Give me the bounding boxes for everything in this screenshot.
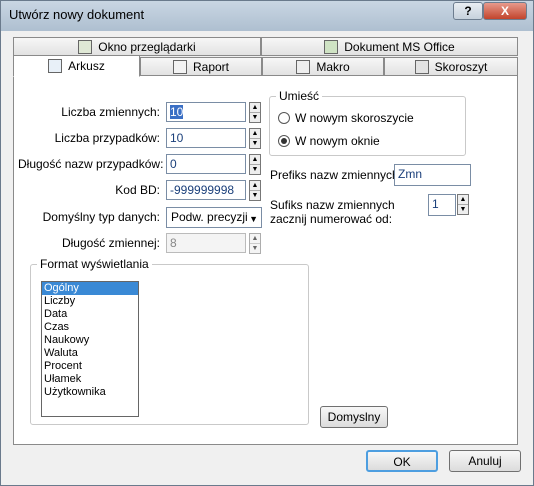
window-title: Utwórz nowy dokument [9, 7, 145, 22]
list-item[interactable]: Waluta [42, 347, 138, 360]
suffix-spinner[interactable]: ▲ ▼ [457, 194, 469, 215]
suffix-input[interactable]: 1 [428, 194, 456, 216]
tab-label: Okno przeglądarki [98, 39, 196, 54]
list-item[interactable]: Użytkownika [42, 386, 138, 399]
md-code-label: Kod BD: [115, 183, 160, 197]
help-button[interactable]: ? [453, 2, 483, 20]
tab-label: Raport [192, 59, 230, 74]
office-document-icon [324, 39, 339, 54]
default-type-select[interactable]: Podw. precyzji ▼ [166, 207, 262, 228]
var-length-input: 8 [166, 233, 246, 253]
tab-macro[interactable]: Makro [262, 57, 384, 76]
list-item[interactable]: Liczby [42, 295, 138, 308]
list-item[interactable]: Data [42, 308, 138, 321]
list-item[interactable]: Naukowy [42, 334, 138, 347]
tab-label: Skoroszyt [434, 59, 488, 74]
tab-worksheet[interactable]: Arkusz [13, 55, 140, 77]
tab-label: Dokument MS Office [344, 39, 455, 54]
var-length-label: Długość zmiennej: [61, 236, 160, 250]
case-name-length-spinner[interactable]: ▲ ▼ [249, 154, 261, 175]
num-cases-label: Liczba przypadków: [54, 131, 160, 145]
tab-workbook[interactable]: Skoroszyt [384, 57, 518, 76]
num-vars-input[interactable]: 10 [166, 102, 246, 122]
md-code-spinner[interactable]: ▲ ▼ [249, 180, 261, 201]
placement-title: Umieść [276, 89, 323, 103]
tab-strip: Okno przeglądarki Dokument MS Office Ark… [13, 37, 518, 77]
tab-label: Makro [316, 59, 350, 74]
macro-icon [296, 59, 311, 74]
tab-report[interactable]: Raport [140, 57, 262, 76]
worksheet-panel: Liczba zmiennych: 10 ▲ ▼ Liczba przypadkó… [13, 75, 518, 445]
workbook-icon [414, 59, 429, 74]
radio-new-window[interactable]: W nowym oknie [278, 134, 380, 148]
dialog-window: Utwórz nowy dokument ? X Okno przeglądar… [0, 0, 534, 486]
display-format-title: Format wyświetlania [37, 257, 152, 271]
default-type-label: Domyślny typ danych: [42, 210, 160, 224]
var-length-spinner: ▲ ▼ [249, 233, 261, 254]
title-bar: Utwórz nowy dokument ? X [1, 1, 533, 31]
radio-indicator [278, 135, 290, 147]
tab-browser-window[interactable]: Okno przeglądarki [13, 37, 261, 56]
list-item[interactable]: Ogólny [42, 282, 138, 295]
display-format-group: Format wyświetlania Ogólny Liczby Data Czas… [30, 257, 309, 425]
num-cases-spinner[interactable]: ▲ ▼ [249, 128, 261, 149]
num-cases-input[interactable]: 10 [166, 128, 246, 148]
md-code-input[interactable]: -999999998 [166, 180, 246, 200]
tab-ms-office-document[interactable]: Dokument MS Office [261, 37, 518, 56]
report-icon [172, 59, 187, 74]
cancel-button[interactable]: Anuluj [449, 450, 521, 472]
worksheet-icon [48, 59, 63, 73]
num-vars-label: Liczba zmiennych: [61, 105, 160, 119]
browser-window-icon [78, 39, 93, 54]
radio-new-workbook[interactable]: W nowym skoroszycie [278, 111, 414, 125]
list-item[interactable]: Czas [42, 321, 138, 334]
list-item[interactable]: Procent [42, 360, 138, 373]
num-vars-spinner[interactable]: ▲ ▼ [249, 102, 261, 123]
placement-group: Umieść W nowym skoroszycie W nowym oknie [269, 89, 466, 156]
chevron-down-icon: ▼ [249, 214, 258, 224]
close-button[interactable]: X [483, 2, 527, 20]
ok-button[interactable]: OK [366, 450, 438, 472]
list-item[interactable]: Ułamek [42, 373, 138, 386]
prefix-label: Prefiks nazw zmiennych: [270, 168, 403, 182]
radio-indicator [278, 112, 290, 124]
suffix-label: Sufiks nazw zmiennych zacznij numerować … [270, 198, 395, 226]
default-button[interactable]: Domyslny [320, 406, 388, 428]
display-format-list[interactable]: Ogólny Liczby Data Czas Naukowy Waluta Procent… [41, 281, 139, 417]
case-name-length-label: Długość nazw przypadków: [18, 157, 164, 171]
tab-label: Arkusz [68, 59, 105, 73]
prefix-input[interactable]: Zmn [394, 164, 471, 186]
case-name-length-input[interactable]: 0 [166, 154, 246, 174]
